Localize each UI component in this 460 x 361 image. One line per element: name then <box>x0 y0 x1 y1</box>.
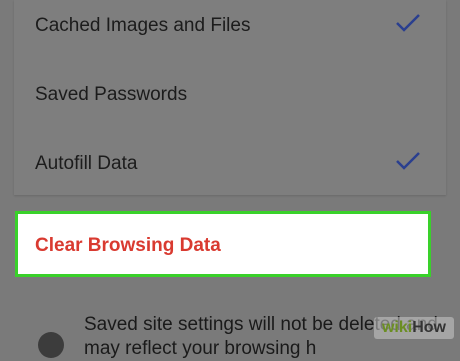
clear-browsing-data-label: Clear Browsing Data <box>35 235 221 256</box>
checkmark-icon <box>396 152 420 170</box>
clear-data-options-card: Cached Images and Files Saved Passwords … <box>14 0 446 195</box>
checkmark-icon <box>396 14 420 32</box>
option-cached-images[interactable]: Cached Images and Files <box>14 0 446 58</box>
option-autofill-data[interactable]: Autofill Data <box>14 132 446 196</box>
option-label: Autofill Data <box>35 153 138 174</box>
option-saved-passwords[interactable]: Saved Passwords <box>14 63 446 127</box>
info-icon <box>38 332 64 358</box>
option-label: Cached Images and Files <box>35 15 251 36</box>
option-label: Saved Passwords <box>35 84 188 105</box>
clear-browsing-data-button[interactable]: Clear Browsing Data <box>15 211 431 277</box>
wikihow-watermark: wikiHow <box>373 317 454 339</box>
